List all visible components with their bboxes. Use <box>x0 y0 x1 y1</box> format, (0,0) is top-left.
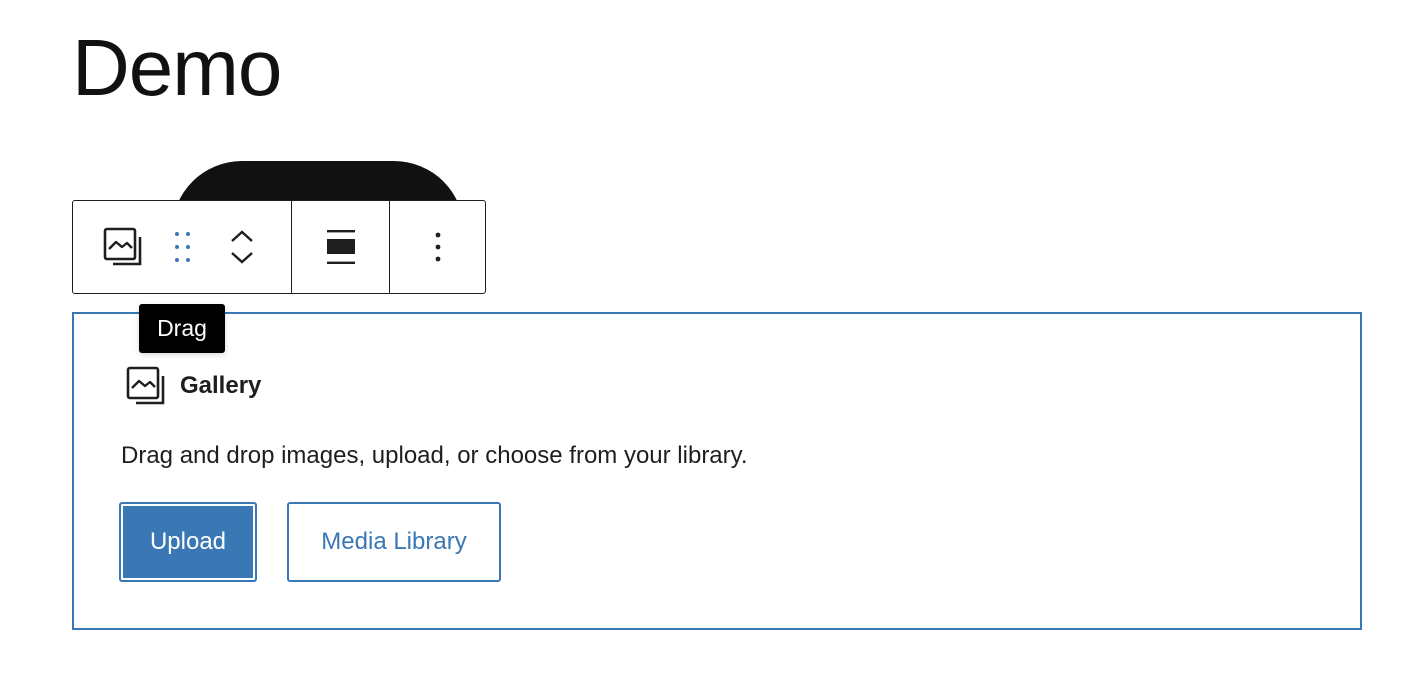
gallery-block[interactable]: Gallery Drag and drop images, upload, or… <box>72 312 1362 630</box>
toolbar-group-align <box>291 201 389 293</box>
toolbar-group-options <box>389 201 485 293</box>
move-down-button[interactable] <box>230 251 254 265</box>
block-type-button[interactable] <box>73 201 173 293</box>
gallery-icon <box>126 366 166 406</box>
media-library-button[interactable]: Media Library <box>287 502 501 582</box>
editor-canvas: Demo Drag Gallery Drag and drop images, … <box>0 0 1428 682</box>
drag-tooltip: Drag <box>139 304 225 353</box>
toolbar-group-block <box>73 201 291 293</box>
drag-handle-icon <box>173 230 193 264</box>
block-mover <box>193 201 291 293</box>
options-button[interactable] <box>434 201 442 293</box>
post-title[interactable]: Demo <box>72 22 282 114</box>
placeholder-title: Gallery <box>180 372 262 399</box>
placeholder-instructions: Drag and drop images, upload, or choose … <box>121 442 748 469</box>
gallery-icon <box>103 227 143 267</box>
placeholder-label: Gallery <box>126 366 261 406</box>
chevron-down-icon <box>230 251 254 265</box>
block-toolbar <box>72 200 486 294</box>
more-vertical-icon <box>434 231 442 263</box>
upload-button[interactable]: Upload <box>119 502 257 582</box>
drag-button[interactable] <box>173 201 193 293</box>
align-wide-icon <box>326 229 356 265</box>
chevron-up-icon <box>230 229 254 243</box>
move-up-button[interactable] <box>230 229 254 243</box>
align-button[interactable] <box>326 201 356 293</box>
